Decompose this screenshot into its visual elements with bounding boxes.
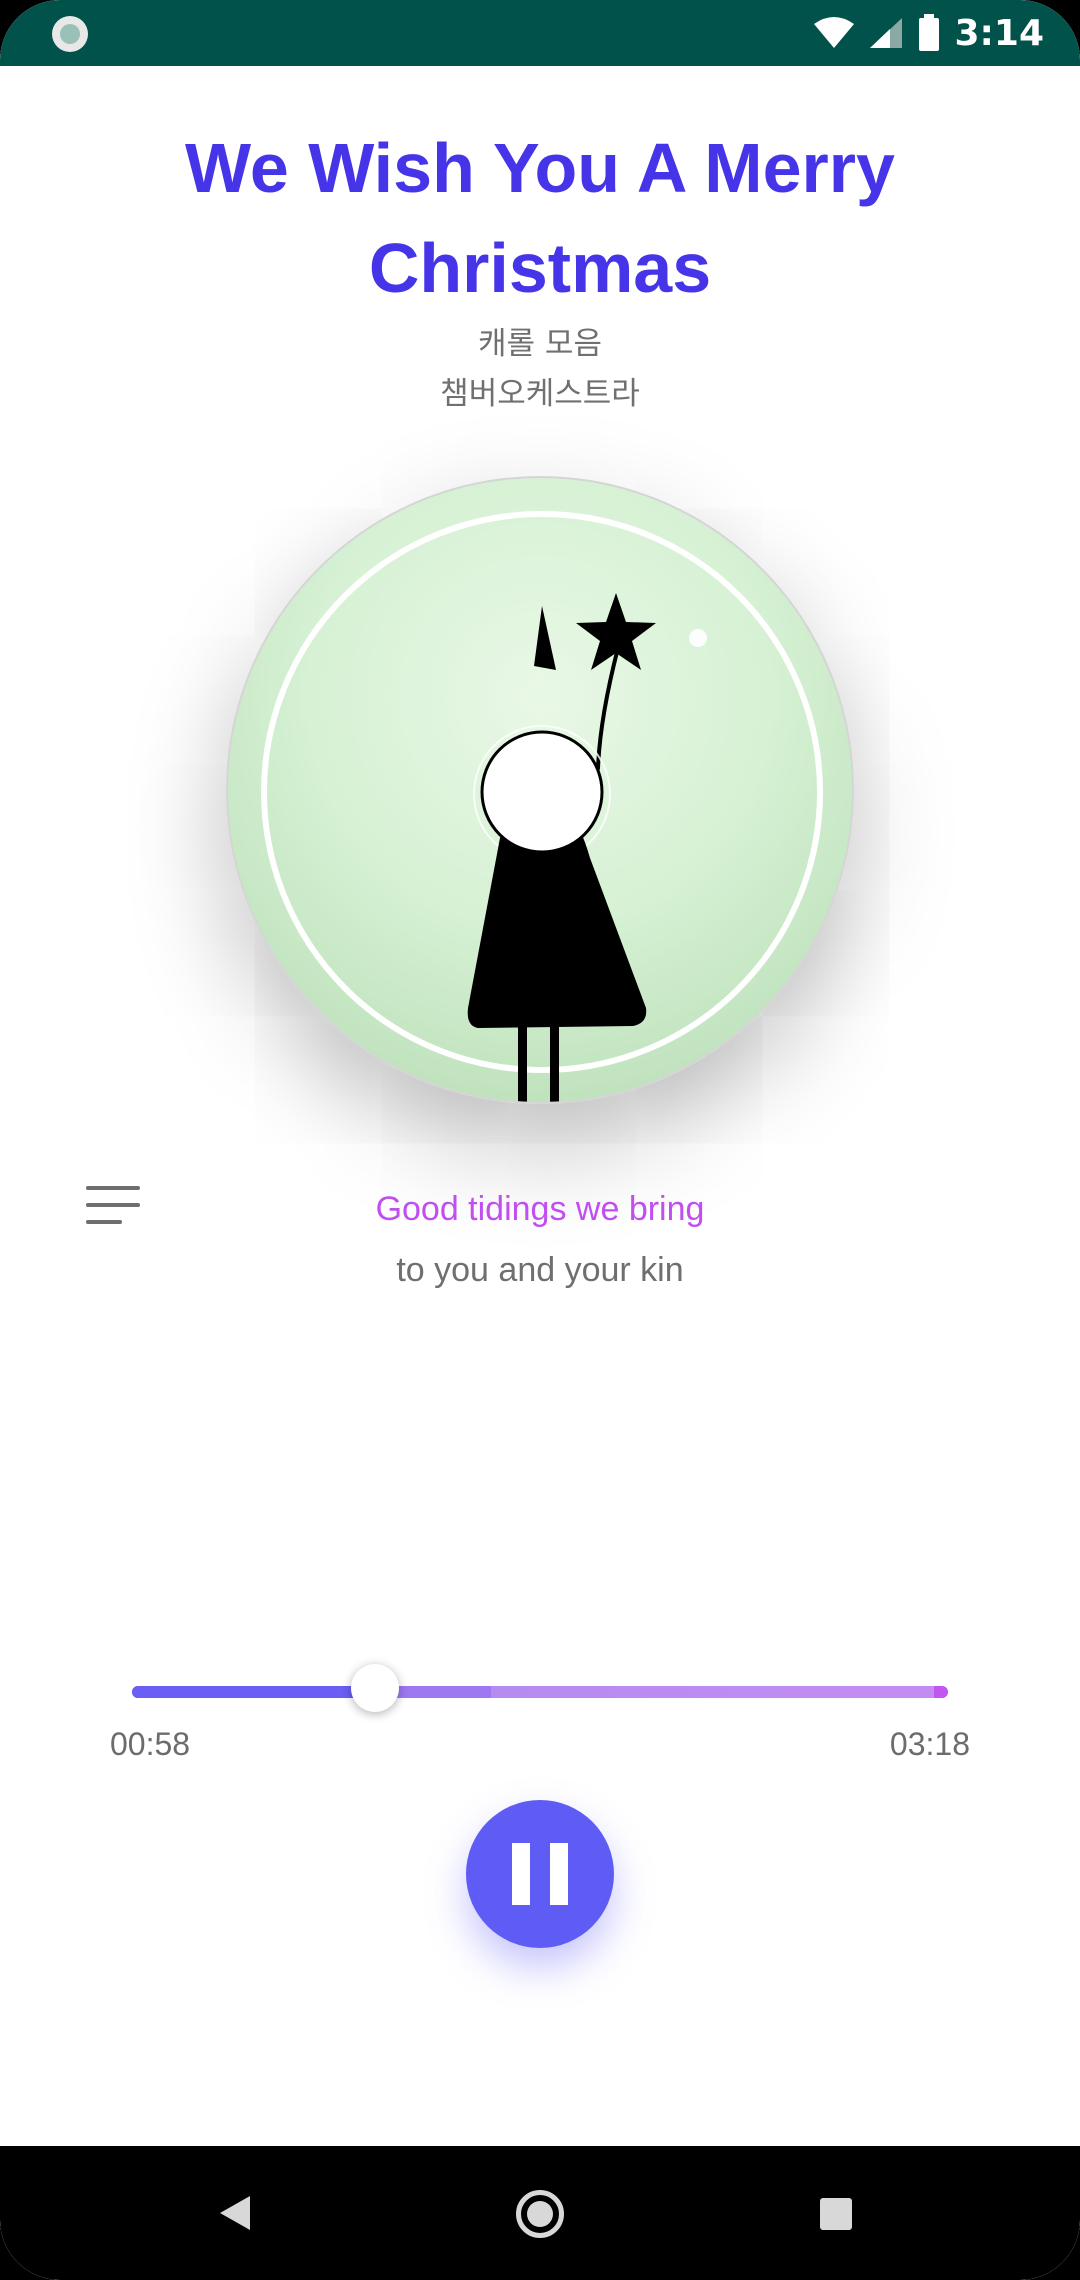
status-bar: 3:14 [0,0,1080,66]
pause-icon-bar [550,1843,568,1905]
lyric-current-line[interactable]: Good tidings we bring [0,1190,1080,1229]
home-icon[interactable] [516,2190,564,2238]
album-art [261,511,823,1102]
back-icon[interactable] [220,2196,250,2230]
seek-thumb[interactable] [351,1664,400,1712]
recents-icon[interactable] [820,2198,852,2230]
current-time: 00:58 [110,1726,191,1762]
cell-signal-icon [870,18,903,48]
battery-icon [919,14,940,51]
wifi-icon [814,17,855,48]
status-clock: 3:14 [954,12,1044,54]
player-screen: 3:14 We Wish You A Merry Christmas 캐롤 모음… [0,0,1080,2280]
pause-button[interactable] [466,1800,614,1948]
album-name: 캐롤 모음 [478,326,602,362]
album-art-disc[interactable] [226,476,854,1104]
total-time: 03:18 [889,1726,970,1762]
lyric-next-line[interactable]: to you and your kin [0,1251,1080,1290]
seek-progress [132,1686,376,1698]
seek-end-cap [934,1686,948,1698]
pause-icon [512,1843,530,1905]
song-title: We Wish You A Merry Christmas [185,129,895,307]
navigation-bar [0,2146,1080,2280]
artist-name: 챔버오케스트라 [440,376,640,412]
seek-bar[interactable] [132,1686,948,1698]
status-icons: 3:14 [814,4,1044,62]
app-notification-icon [52,16,88,52]
